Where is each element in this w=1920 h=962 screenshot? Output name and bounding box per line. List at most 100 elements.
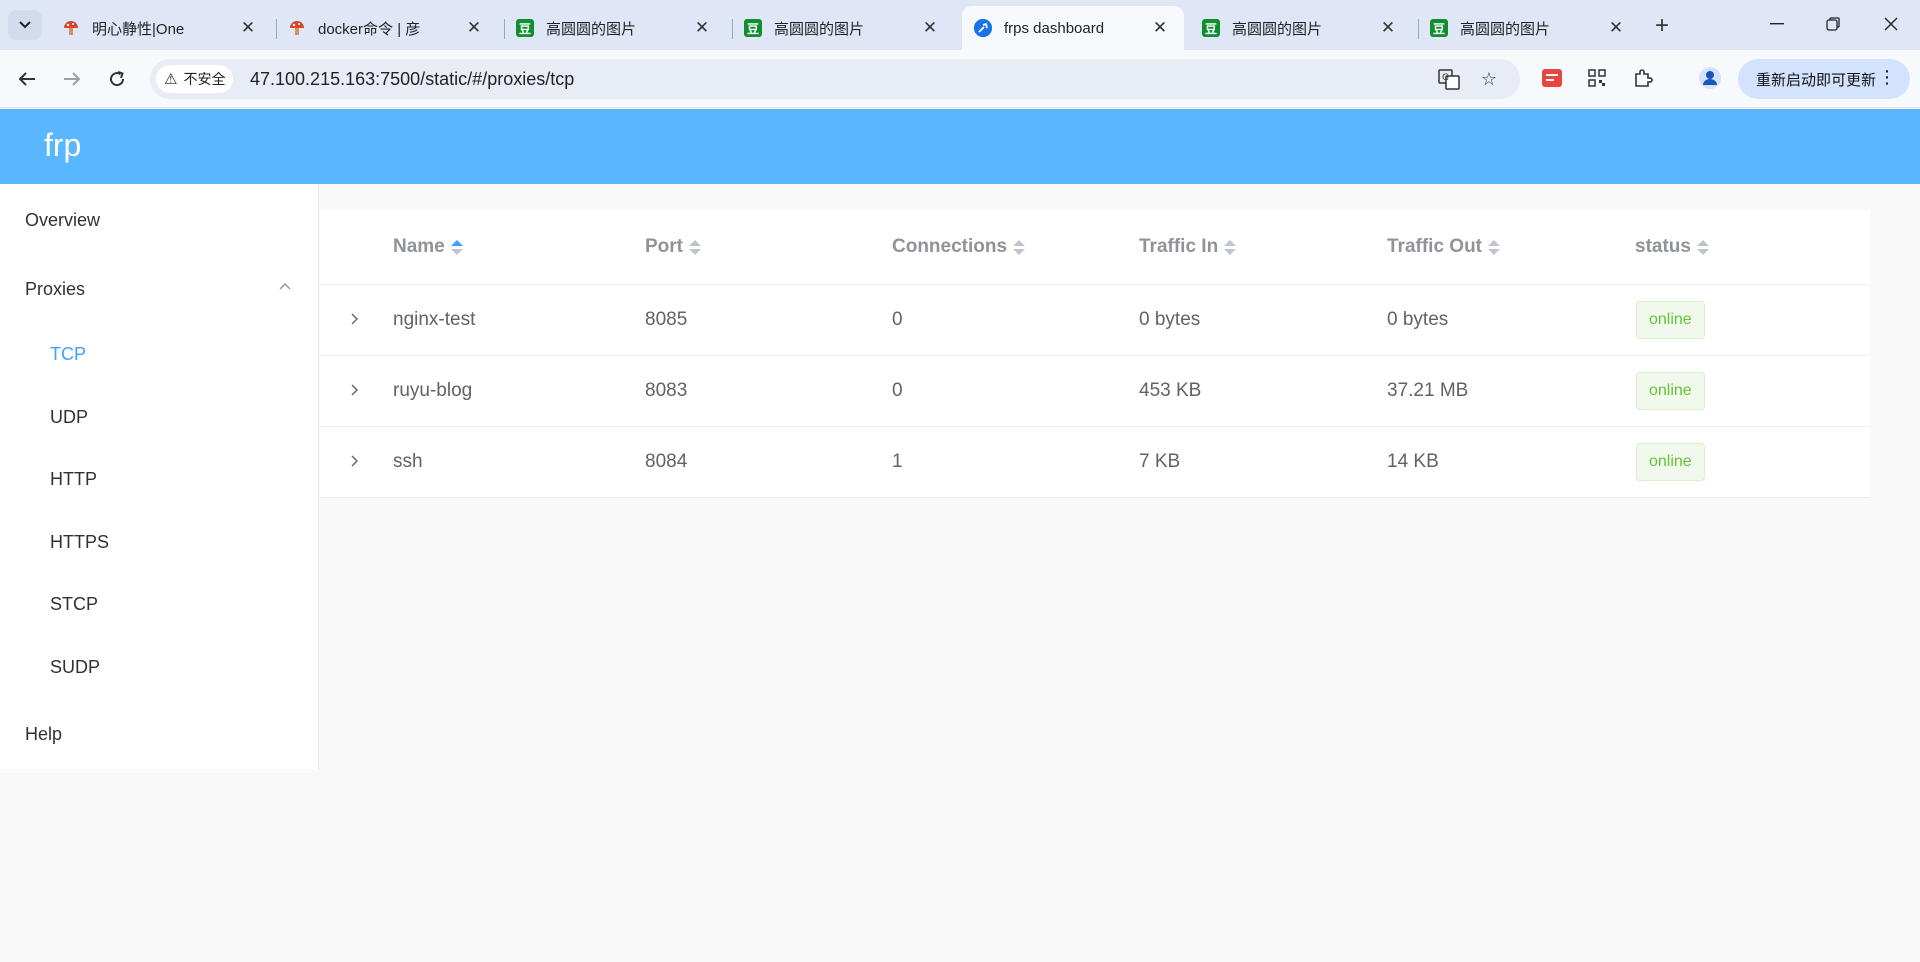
security-label: 不安全 [183, 71, 226, 87]
brand-logo-text: frp [44, 127, 82, 163]
cell-traffic-in: 0 bytes [1139, 309, 1201, 330]
more-menu-icon[interactable]: ⋮ [1878, 67, 1896, 88]
profile-avatar-icon[interactable] [1696, 64, 1724, 92]
bookmark-star-icon[interactable]: ☆ [1477, 67, 1501, 91]
cell-connections: 0 [892, 309, 903, 330]
tab-separator [504, 19, 505, 39]
tab-title: frps dashboard [1004, 19, 1105, 37]
svg-text:G: G [1442, 73, 1449, 83]
cell-traffic-out: 37.21 MB [1387, 380, 1469, 401]
chevron-right-icon[interactable] [345, 449, 365, 473]
table-row[interactable]: nginx-test 8085 0 0 bytes 0 bytes online [320, 285, 1870, 356]
status-badge: online [1636, 301, 1705, 339]
close-icon[interactable]: ✕ [1378, 18, 1398, 38]
reload-icon [110, 71, 125, 87]
sort-icon[interactable] [1696, 239, 1709, 255]
close-icon[interactable]: ✕ [920, 18, 940, 38]
back-button[interactable] [10, 62, 44, 96]
url-text[interactable]: 47.100.215.163:7500/static/#/proxies/tcp [250, 69, 574, 90]
browser-tab[interactable]: docker命令 | 彦 ✕ [276, 6, 498, 50]
status-badge: online [1636, 443, 1705, 481]
sidebar-item-udp[interactable]: UDP [50, 407, 88, 428]
qr-code-icon[interactable] [1583, 64, 1611, 92]
tab-separator [276, 19, 277, 39]
close-icon[interactable]: ✕ [1606, 18, 1626, 38]
chevron-right-icon[interactable] [345, 307, 365, 331]
tab-separator [732, 19, 733, 39]
chevron-right-icon[interactable] [345, 378, 365, 402]
app-header: frp [0, 109, 1920, 184]
sidebar-item-stcp[interactable]: STCP [50, 594, 98, 615]
column-header-port[interactable]: Port [645, 236, 701, 258]
browser-toolbar: ⚠ 不安全 47.100.215.163:7500/static/#/proxi… [0, 50, 1920, 108]
column-header-name[interactable]: Name [393, 236, 463, 258]
tab-separator [1418, 19, 1419, 39]
mushroom-icon [288, 19, 306, 37]
cell-traffic-in: 453 KB [1139, 380, 1202, 401]
forward-button[interactable] [55, 62, 89, 96]
close-icon[interactable]: ✕ [464, 18, 484, 38]
douban-icon: 豆 [1202, 19, 1220, 37]
browser-tab-active[interactable]: frps dashboard ✕ [962, 6, 1184, 50]
warning-icon: ⚠ [164, 71, 178, 88]
column-header-traffic-out[interactable]: Traffic Out [1387, 236, 1501, 258]
browser-tab[interactable]: 豆 高圆圆的图片 ✕ [732, 6, 954, 50]
sidebar-item-sudp[interactable]: SUDP [50, 657, 100, 678]
status-badge: online [1636, 372, 1705, 410]
tab-title: 明心静性|One [92, 20, 185, 38]
sort-icon[interactable] [1488, 239, 1501, 255]
tab-title: docker命令 | 彦 [318, 20, 421, 38]
table-row[interactable]: ssh 8084 1 7 KB 14 KB online [320, 427, 1870, 498]
close-window-button[interactable] [1871, 8, 1911, 40]
sidebar-item-https[interactable]: HTTPS [50, 532, 109, 553]
sort-icon[interactable] [1013, 239, 1026, 255]
cell-name: ruyu-blog [393, 380, 473, 401]
column-header-connections[interactable]: Connections [892, 236, 1026, 258]
tab-title: 高圆圆的图片 [1232, 20, 1323, 38]
cell-port: 8085 [645, 309, 688, 330]
reload-button[interactable] [100, 62, 134, 96]
extension-red-icon[interactable] [1538, 64, 1566, 92]
chevron-up-icon[interactable] [279, 281, 291, 293]
column-header-status[interactable]: status [1635, 236, 1709, 258]
sidebar-item-proxies[interactable]: Proxies [25, 279, 85, 300]
cell-traffic-out: 0 bytes [1387, 309, 1449, 330]
chevron-down-icon [19, 21, 31, 29]
browser-tab[interactable]: 豆 高圆圆的图片 ✕ [1418, 6, 1640, 50]
extensions-puzzle-icon[interactable] [1629, 64, 1657, 92]
sidebar-item-help[interactable]: Help [25, 724, 62, 745]
address-bar[interactable]: ⚠ 不安全 47.100.215.163:7500/static/#/proxi… [150, 59, 1520, 99]
new-tab-button[interactable]: + [1648, 12, 1676, 40]
security-chip[interactable]: ⚠ 不安全 [156, 65, 234, 93]
close-icon[interactable]: ✕ [238, 18, 258, 38]
main-content: Name Port Connections Traffic In Traffic… [319, 184, 1920, 962]
column-header-traffic-in[interactable]: Traffic In [1139, 236, 1237, 258]
sort-icon[interactable] [1224, 239, 1237, 255]
restore-button[interactable] [1813, 8, 1853, 40]
table-row[interactable]: ruyu-blog 8083 0 453 KB 37.21 MB online [320, 356, 1870, 427]
sort-icon[interactable] [689, 239, 701, 255]
sidebar-item-overview[interactable]: Overview [25, 210, 100, 231]
arrow-right-icon [64, 72, 81, 86]
tab-title: 高圆圆的图片 [1460, 20, 1551, 38]
sidebar-menu: Overview Proxies TCP UDP HTTP HTTPS STCP… [0, 184, 319, 769]
cell-traffic-in: 7 KB [1139, 451, 1181, 472]
tab-search-button[interactable] [8, 10, 42, 40]
arrow-left-icon [18, 72, 35, 86]
relaunch-update-button[interactable]: 重新启动即可更新 ⋮ [1738, 59, 1910, 99]
douban-icon: 豆 [1430, 19, 1448, 37]
browser-tab[interactable]: 豆 高圆圆的图片 ✕ [1190, 6, 1412, 50]
close-icon[interactable]: ✕ [1150, 18, 1170, 38]
douban-icon: 豆 [516, 19, 534, 37]
sidebar-item-http[interactable]: HTTP [50, 469, 97, 490]
minimize-button[interactable] [1757, 8, 1797, 40]
sidebar-item-tcp[interactable]: TCP [50, 344, 86, 365]
cell-name: ssh [393, 451, 423, 472]
translate-icon[interactable]: G [1437, 67, 1461, 91]
close-icon[interactable]: ✕ [692, 18, 712, 38]
mushroom-icon [62, 19, 80, 37]
cell-name: nginx-test [393, 309, 476, 330]
browser-tab[interactable]: 豆 高圆圆的图片 ✕ [504, 6, 726, 50]
browser-tab[interactable]: 明心静性|One ✕ [50, 6, 272, 50]
sort-icon[interactable] [450, 239, 463, 255]
